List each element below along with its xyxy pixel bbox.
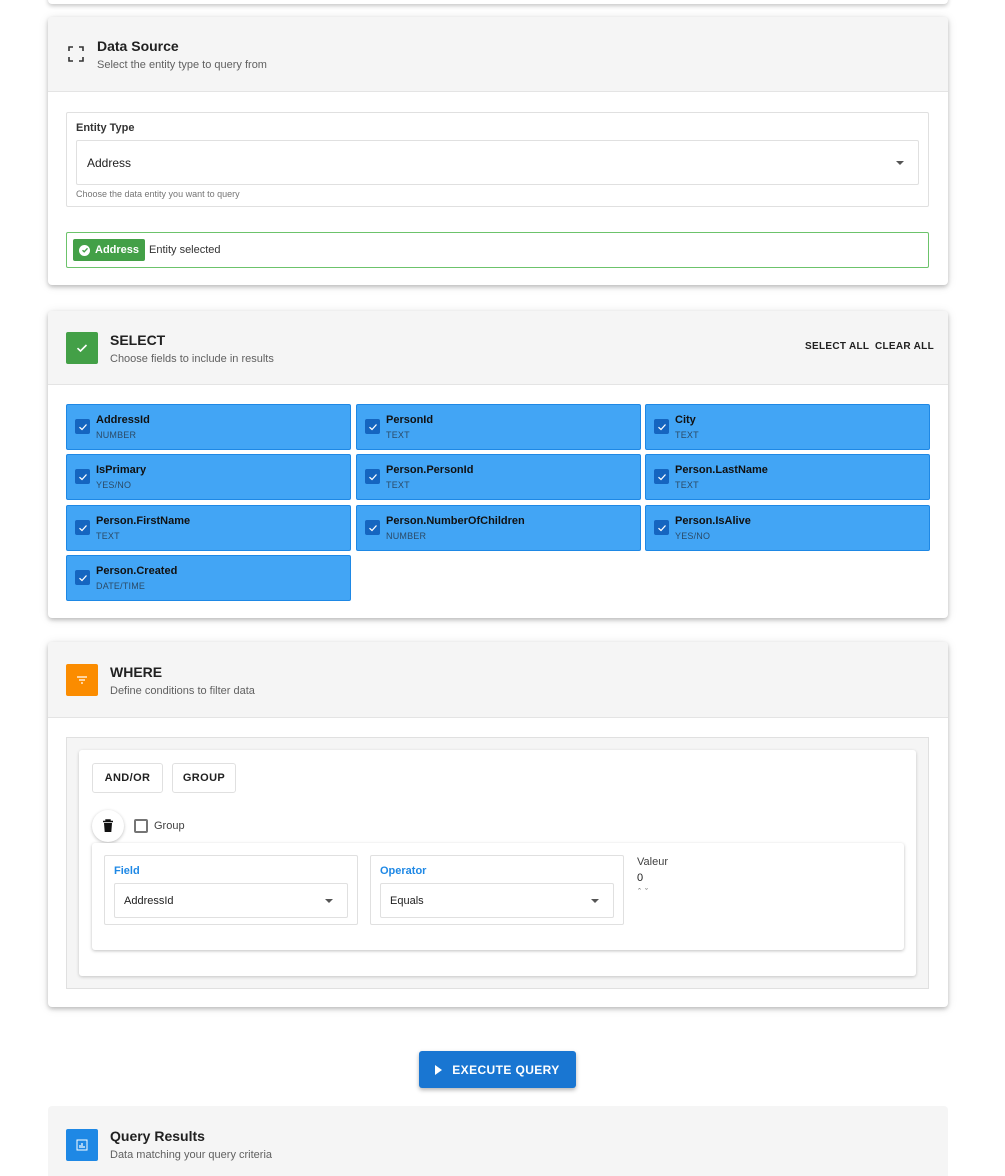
condition-rule: Field AddressId Operator Equals Valeur 0… [92,843,904,950]
checkbox-checked-icon[interactable] [75,570,90,585]
chevron-down-icon [896,161,904,165]
field-option-name: PersonId [386,414,434,426]
select-header: SELECT Choose fields to include in resul… [48,311,948,385]
field-option[interactable]: City TEXT [645,404,930,450]
field-option[interactable]: Person.NumberOfChildren NUMBER [356,505,641,551]
field-option[interactable]: Person.IsAlive YES/NO [645,505,930,551]
checkbox-checked-icon[interactable] [365,419,380,434]
field-option[interactable]: Person.Created DATE/TIME [66,555,351,601]
field-option-name: Person.Created [96,565,178,577]
where-card: WHERE Define conditions to filter data A… [48,642,948,1007]
field-option[interactable]: Person.FirstName TEXT [66,505,351,551]
previous-card-edge [48,0,948,4]
execute-query-label: EXECUTE QUERY [452,1062,560,1077]
add-group-button[interactable]: GROUP [172,763,236,793]
field-option-name: City [675,414,696,426]
and-or-button[interactable]: AND/OR [92,763,163,793]
field-option[interactable]: PersonId TEXT [356,404,641,450]
checkbox-checked-icon[interactable] [75,419,90,434]
results-title: Query Results [110,1128,205,1144]
filter-icon [66,664,98,696]
chevron-down-icon [325,899,333,903]
field-option-name: Person.FirstName [96,515,191,527]
select-subtitle: Choose fields to include in results [110,353,274,365]
field-option-name: AddressId [96,414,150,426]
query-group: AND/OR GROUP Group Field AddressId Opera… [79,750,916,976]
field-option[interactable]: IsPrimary YES/NO [66,454,351,500]
checkbox-checked-icon[interactable] [654,469,669,484]
field-fieldset: Field AddressId [104,855,358,925]
chevron-down-icon [591,899,599,903]
entity-type-help: Choose the data entity you want to query [76,189,240,199]
checkbox-checked-icon[interactable] [75,520,90,535]
field-option[interactable]: Person.PersonId TEXT [356,454,641,500]
clear-all-button[interactable]: CLEAR ALL [875,341,934,352]
field-select[interactable]: AddressId [114,883,348,918]
where-title: WHERE [110,664,163,680]
field-option-name: Person.NumberOfChildren [386,515,525,527]
play-icon [435,1064,443,1075]
where-header: WHERE Define conditions to filter data [48,642,948,718]
field-option-name: Person.LastName [675,464,768,476]
checkbox-checked-icon[interactable] [365,469,380,484]
results-card: Query Results Data matching your query c… [48,1106,948,1176]
checkbox-checked-icon[interactable] [365,520,380,535]
group-checkbox-label: Group [154,820,185,832]
entity-type-fieldset: Entity Type Address Choose the data enti… [66,112,929,207]
select-card: SELECT Choose fields to include in resul… [48,311,948,618]
results-header: Query Results Data matching your query c… [48,1106,948,1176]
operator-label: Operator [380,865,427,877]
checkbox-checked-icon[interactable] [654,419,669,434]
field-option-type: TEXT [96,531,120,541]
data-source-card: Data Source Select the entity type to qu… [48,17,948,285]
trash-icon [103,819,113,832]
field-option-type: YES/NO [96,480,132,490]
query-builder: AND/OR GROUP Group Field AddressId Opera… [66,737,929,989]
value-label: Valeur [637,856,668,868]
where-subtitle: Define conditions to filter data [110,685,255,697]
data-source-subtitle: Select the entity type to query from [97,59,267,71]
checkbox-checked-icon[interactable] [75,469,90,484]
field-option-type: TEXT [386,430,410,440]
check-icon [66,332,98,364]
entity-selected-text: Entity selected [149,244,221,256]
field-option-type: YES/NO [675,531,711,541]
field-option-name: IsPrimary [96,464,147,476]
delete-button[interactable] [92,810,124,842]
group-checkbox[interactable] [134,819,148,833]
select-title: SELECT [110,332,166,348]
field-option-type: NUMBER [386,531,427,541]
number-spinner-icon[interactable]: ˆˇ [638,887,652,897]
fullscreen-icon [60,38,92,70]
field-option-name: Person.IsAlive [675,515,751,527]
value-input[interactable]: 0 [637,872,643,884]
entity-type-select[interactable]: Address [76,140,919,185]
entity-selected-banner: Address Entity selected [66,232,929,268]
field-option-type: TEXT [386,480,410,490]
field-option[interactable]: AddressId NUMBER [66,404,351,450]
field-option-type: TEXT [675,480,699,490]
bar-chart-icon [66,1129,98,1161]
field-label: Field [114,865,140,877]
entity-chip: Address [73,239,146,261]
check-circle-icon [79,244,90,256]
field-option-name: Person.PersonId [386,464,474,476]
entity-type-value: Address [87,156,132,170]
field-option-type: DATE/TIME [96,581,146,591]
execute-query-button[interactable]: EXECUTE QUERY [419,1051,576,1088]
field-select-value: AddressId [124,895,174,907]
operator-fieldset: Operator Equals [370,855,624,925]
data-source-header: Data Source Select the entity type to qu… [48,17,948,92]
entity-type-label: Entity Type [76,122,135,134]
checkbox-checked-icon[interactable] [654,520,669,535]
field-option-type: TEXT [675,430,699,440]
operator-select-value: Equals [390,895,424,907]
results-subtitle: Data matching your query criteria [110,1149,273,1161]
operator-select[interactable]: Equals [380,883,614,918]
field-option[interactable]: Person.LastName TEXT [645,454,930,500]
field-option-type: NUMBER [96,430,137,440]
select-all-button[interactable]: SELECT ALL [805,341,869,352]
entity-chip-label: Address [95,244,140,256]
data-source-title: Data Source [97,38,179,54]
